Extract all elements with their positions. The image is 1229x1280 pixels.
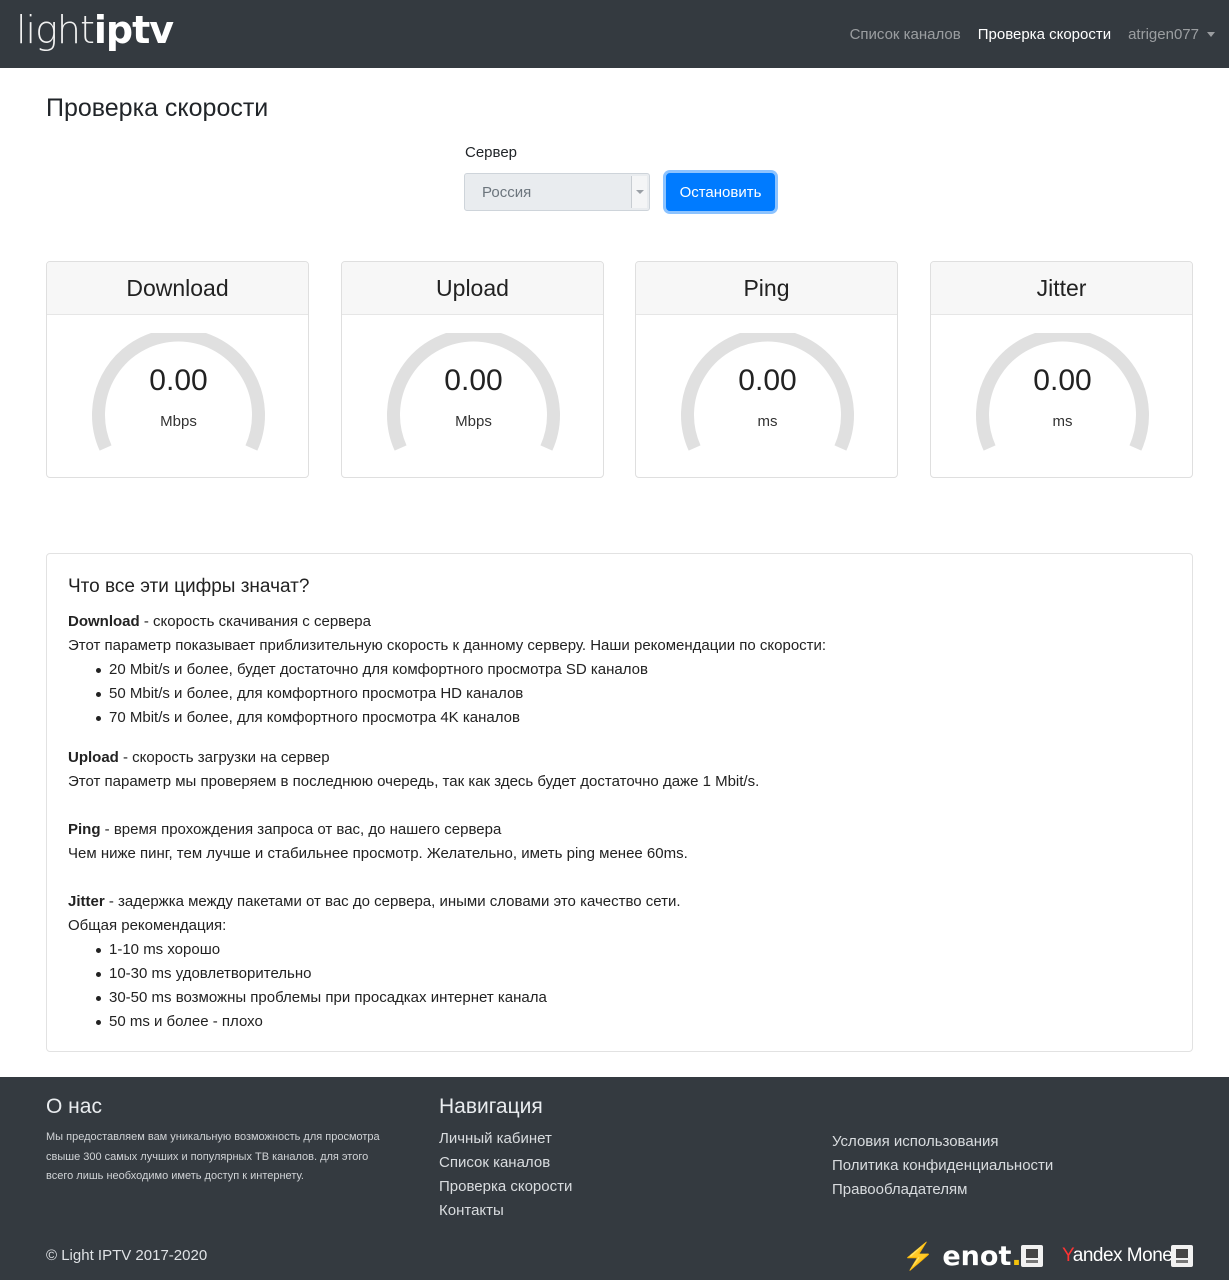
download-text: Этот параметр показывает приблизительную… — [68, 637, 827, 654]
jitter-explanation: Jitter - задержка между пакетами от вас … — [68, 890, 1171, 914]
upload-explanation: Upload - скорость загрузки на сервер — [68, 746, 1171, 770]
gauge-arc — [681, 333, 854, 451]
list-item: 30-50 ms возможны проблемы при просадках… — [96, 986, 1171, 1010]
yandex-rest-text: andex Money — [1072, 1245, 1182, 1266]
list-item: 50 Mbit/s и более, для комфортного просм… — [96, 682, 1171, 706]
brand-light-text: light — [16, 8, 95, 52]
navbar: light iptv Список каналов Проверка скорос… — [0, 0, 1229, 68]
gauge-value: 0.00 — [444, 364, 503, 397]
gauge-unit: Mbps — [160, 413, 197, 430]
ping-text: Чем ниже пинг, тем лучше и стабильнее пр… — [68, 845, 688, 862]
jitter-gauge-card: Jitter 0.00 ms — [930, 261, 1193, 478]
brand-iptv-text: iptv — [93, 8, 174, 52]
nav-links: Список каналов Проверка скорости atrigen… — [833, 0, 1215, 68]
info-heading: Что все эти цифры значат? — [68, 576, 310, 597]
gauge-unit: ms — [1052, 413, 1073, 430]
lightning-icon: ⚡ — [902, 1241, 935, 1271]
list-item: 70 Mbit/s и более, для комфортного просм… — [96, 706, 1171, 730]
ping-explanation: Ping - время прохождения запроса от вас,… — [68, 818, 1171, 842]
footer-legal: Условия использования Политика конфиденц… — [832, 1130, 1053, 1202]
upload-desc: - скорость загрузки на сервер — [118, 749, 330, 766]
nav-link-speedtest[interactable]: Проверка скорости — [978, 26, 1111, 43]
yandex-y-letter: Y — [1062, 1245, 1073, 1266]
gauge-value: 0.00 — [1033, 364, 1092, 397]
copyright: © Light IPTV 2017-2020 — [46, 1247, 208, 1264]
footer-link-terms[interactable]: Условия использования — [832, 1130, 1053, 1154]
enot-logo[interactable]: ⚡ enot. — [902, 1240, 1022, 1272]
gauge: 0.00 ms — [931, 315, 1192, 477]
gauge-title: Download — [47, 262, 308, 315]
ping-term: Ping — [68, 821, 101, 838]
footer-about-title: О нас — [46, 1095, 102, 1118]
info-card: Что все эти цифры значат? Download - ско… — [46, 553, 1193, 1052]
gauge-title: Jitter — [931, 262, 1192, 315]
footer-link-speedtest[interactable]: Проверка скорости — [439, 1175, 572, 1199]
gauge-arc — [92, 333, 265, 451]
footer-about: О нас Мы предоставляем вам уникальную во… — [46, 1095, 396, 1187]
footer: О нас Мы предоставляем вам уникальную во… — [0, 1077, 1229, 1280]
footer-link-contacts[interactable]: Контакты — [439, 1199, 572, 1223]
ping-desc: - время прохождения запроса от вас, до н… — [100, 821, 502, 838]
gauge-value: 0.00 — [738, 364, 797, 397]
server-select-value: Россия — [482, 184, 532, 201]
jitter-recommendations: 1-10 ms хорошо 10-30 ms удовлетворительн… — [96, 938, 1171, 1034]
list-item: 20 Mbit/s и более, будет достаточно для … — [96, 658, 1171, 682]
footer-link-privacy[interactable]: Политика конфиденциальности — [832, 1154, 1053, 1178]
download-recommendations: 20 Mbit/s и более, будет достаточно для … — [96, 658, 1171, 730]
ping-gauge-card: Ping 0.00 ms — [635, 261, 898, 478]
gauge-title: Ping — [636, 262, 897, 315]
user-name: atrigen077 — [1128, 25, 1199, 43]
gauge-value: 0.00 — [149, 364, 208, 397]
gauge: 0.00 ms — [636, 315, 897, 477]
gauge-arc — [387, 333, 560, 451]
gauge-unit: ms — [757, 413, 778, 430]
download-desc: - скорость скачивания с сервера — [139, 613, 371, 630]
gauge-unit: Mbps — [455, 413, 492, 430]
footer-link-account[interactable]: Личный кабинет — [439, 1127, 572, 1151]
chevron-down-icon — [631, 176, 647, 208]
gauge: 0.00 Mbps — [47, 315, 308, 477]
footer-navigation: Навигация Личный кабинет Список каналов … — [439, 1095, 572, 1223]
server-select[interactable]: Россия — [464, 173, 650, 211]
download-term: Download — [68, 613, 140, 630]
server-label: Сервер — [465, 144, 518, 161]
jitter-term: Jitter — [68, 893, 105, 910]
yandex-money-text: Yandex Money — [1062, 1245, 1182, 1267]
payment-badge-icon — [1021, 1245, 1043, 1267]
upload-text: Этот параметр мы проверяем в последнюю о… — [68, 773, 760, 790]
footer-about-text: Мы предоставляем вам уникальную возможно… — [46, 1131, 380, 1182]
jitter-text: Общая рекомендация: — [68, 917, 227, 934]
stop-button[interactable]: Остановить — [666, 173, 775, 211]
footer-link-copyright-holders[interactable]: Правообладателям — [832, 1178, 1053, 1202]
list-item: 1-10 ms хорошо — [96, 938, 1171, 962]
list-item: 50 ms и более - плохо — [96, 1010, 1171, 1034]
caret-down-icon — [1207, 32, 1215, 37]
upload-term: Upload — [68, 749, 119, 766]
footer-nav-title: Навигация — [439, 1095, 543, 1118]
gauge-title: Upload — [342, 262, 603, 315]
download-explanation: Download - скорость скачивания с сервера — [68, 610, 1171, 634]
nav-link-channels[interactable]: Список каналов — [850, 26, 961, 43]
footer-nav-links: Личный кабинет Список каналов Проверка с… — [439, 1127, 572, 1223]
payment-badge[interactable] — [1171, 1241, 1193, 1271]
footer-link-channels[interactable]: Список каналов — [439, 1151, 572, 1175]
list-item: 10-30 ms удовлетворительно — [96, 962, 1171, 986]
payment-badge[interactable] — [1021, 1241, 1043, 1271]
gauge: 0.00 Mbps — [342, 315, 603, 477]
download-gauge-card: Download 0.00 Mbps — [46, 261, 309, 478]
upload-gauge-card: Upload 0.00 Mbps — [341, 261, 604, 478]
brand-logo[interactable]: light iptv — [16, 8, 174, 58]
payment-badge-icon — [1171, 1245, 1193, 1267]
jitter-desc: - задержка между пакетами от вас до серв… — [104, 893, 681, 910]
yandex-money-logo[interactable]: Yandex Money — [1062, 1241, 1182, 1271]
user-menu-dropdown[interactable]: atrigen077 — [1128, 26, 1215, 43]
page-title: Проверка скорости — [46, 94, 269, 122]
gauge-arc — [976, 333, 1149, 451]
enot-text: enot — [942, 1240, 1012, 1272]
